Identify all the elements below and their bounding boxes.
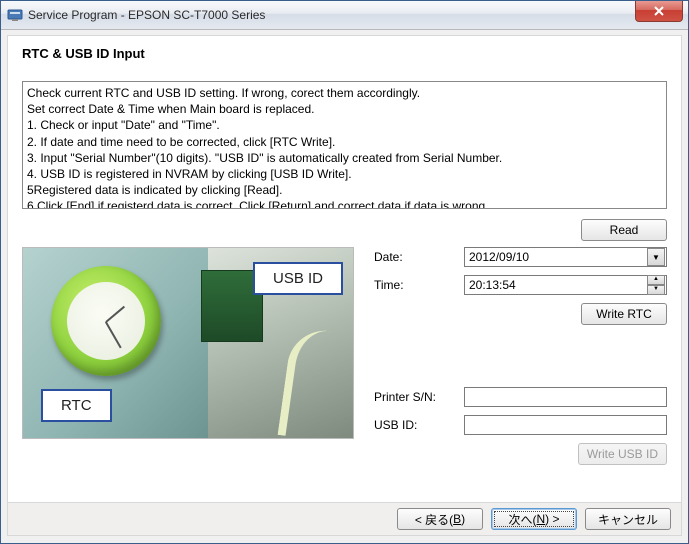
date-value: 2012/09/10 [469,250,529,264]
usbid-label-box: USB ID [253,262,343,295]
instruction-line: Check current RTC and USB ID setting. If… [27,85,662,101]
client-area: RTC & USB ID Input Check current RTC and… [7,35,682,536]
instruction-line: 1. Check or input "Date" and "Time". [27,117,662,133]
window-title: Service Program - EPSON SC-T7000 Series [28,8,265,22]
close-button[interactable] [635,1,683,22]
write-usb-id-button[interactable]: Write USB ID [578,443,667,465]
spinner-icon[interactable]: ▲▼ [647,275,665,295]
page-title: RTC & USB ID Input [8,36,681,67]
illustration: RTC USB ID [22,247,354,439]
cancel-button[interactable]: キャンセル [585,508,671,530]
instruction-line: 2. If date and time need to be corrected… [27,134,662,150]
dropdown-icon[interactable]: ▼ [647,248,665,266]
instruction-line: 4. USB ID is registered in NVRAM by clic… [27,166,662,182]
usb-id-input[interactable] [464,415,667,435]
instruction-line: 3. Input "Serial Number"(10 digits). "US… [27,150,662,166]
write-rtc-button[interactable]: Write RTC [581,303,667,325]
instructions-box: Check current RTC and USB ID setting. If… [22,81,667,209]
footer-bar: < 戻る(B) 次へ(N) > キャンセル [8,502,681,535]
next-button[interactable]: 次へ(N) > [491,508,577,530]
instruction-line: 5Registered data is indicated by clickin… [27,182,662,198]
time-input[interactable]: 20:13:54 ▲▼ [464,275,667,295]
titlebar: Service Program - EPSON SC-T7000 Series [1,1,688,30]
instruction-line: Set correct Date & Time when Main board … [27,101,662,117]
instruction-line: 6.Click [End] if registerd data is corre… [27,198,662,209]
printer-sn-label: Printer S/N: [374,390,464,404]
date-input[interactable]: 2012/09/10 ▼ [464,247,667,267]
app-window: Service Program - EPSON SC-T7000 Series … [0,0,689,544]
rtc-label-box: RTC [41,389,112,422]
time-value: 20:13:54 [469,278,516,292]
close-icon [654,6,664,16]
date-label: Date: [374,250,464,264]
app-icon [7,7,23,23]
back-button[interactable]: < 戻る(B) [397,508,483,530]
time-label: Time: [374,278,464,292]
clock-graphic [51,266,161,376]
read-button[interactable]: Read [581,219,667,241]
form-column: Date: 2012/09/10 ▼ Time: 20:13:54 ▲▼ Wri… [354,247,667,465]
printer-sn-input[interactable] [464,387,667,407]
usb-id-label: USB ID: [374,418,464,432]
